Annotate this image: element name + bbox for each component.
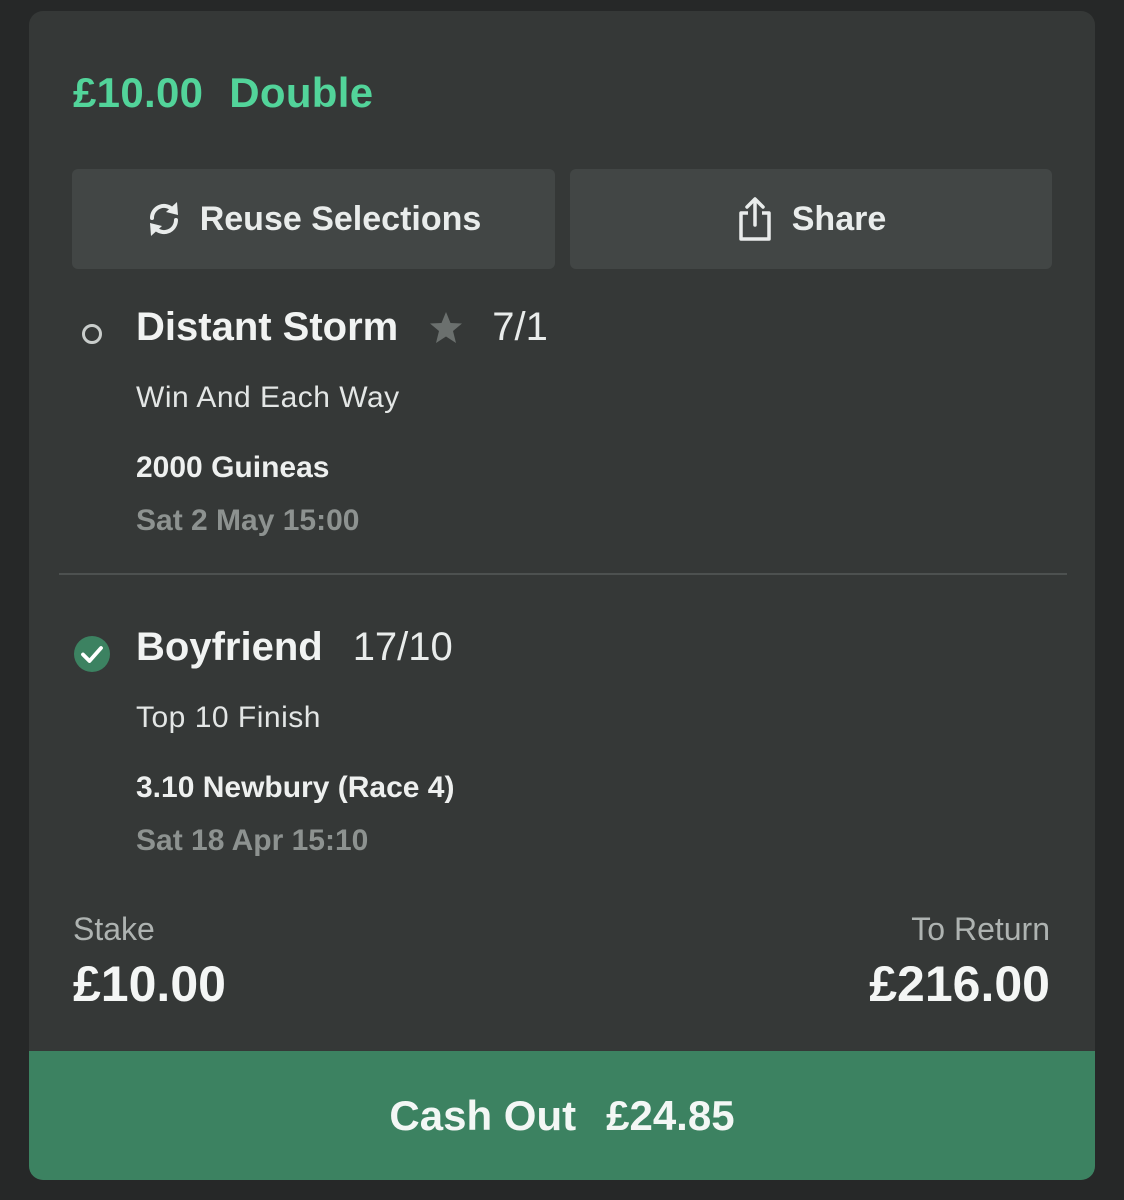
runner-name: Distant Storm	[136, 305, 399, 349]
runner-line: Boyfriend 17/10	[136, 625, 453, 670]
share-button[interactable]: Share	[570, 169, 1052, 269]
open-circle-icon	[73, 315, 111, 353]
to-return-label: To Return	[911, 911, 1050, 947]
bet-card: £10.00 Double Reuse Selections Share Dis…	[29, 11, 1095, 1180]
event-time: Sat 18 Apr 15:10	[136, 824, 369, 857]
bet-type: Double	[229, 69, 374, 116]
refresh-icon	[146, 199, 182, 239]
event-name: 3.10 Newbury (Race 4)	[136, 771, 455, 804]
runner-name: Boyfriend	[136, 625, 323, 669]
odds: 7/1	[492, 305, 548, 349]
reuse-selections-label: Reuse Selections	[199, 199, 482, 238]
divider	[59, 573, 1067, 575]
to-return-value: £216.00	[869, 956, 1050, 1012]
check-circle-icon	[73, 635, 111, 673]
share-icon	[736, 196, 774, 242]
bet-stake: £10.00	[73, 69, 204, 116]
reuse-selections-button[interactable]: Reuse Selections	[72, 169, 555, 269]
stake-value: £10.00	[73, 956, 226, 1012]
event-name: 2000 Guineas	[136, 451, 330, 484]
cash-out-amount: £24.85	[606, 1091, 735, 1139]
bet-title: £10.00 Double	[73, 69, 373, 117]
odds: 17/10	[352, 625, 453, 669]
cash-out-label: Cash Out	[389, 1091, 577, 1139]
market-name: Win And Each Way	[136, 381, 400, 414]
event-time: Sat 2 May 15:00	[136, 504, 360, 537]
stake-label: Stake	[73, 911, 155, 947]
market-name: Top 10 Finish	[136, 701, 321, 734]
share-label: Share	[791, 199, 887, 238]
runner-line: Distant Storm 7/1	[136, 305, 548, 350]
star-icon[interactable]	[428, 311, 464, 345]
cash-out-button[interactable]: Cash Out £24.85	[29, 1051, 1095, 1180]
